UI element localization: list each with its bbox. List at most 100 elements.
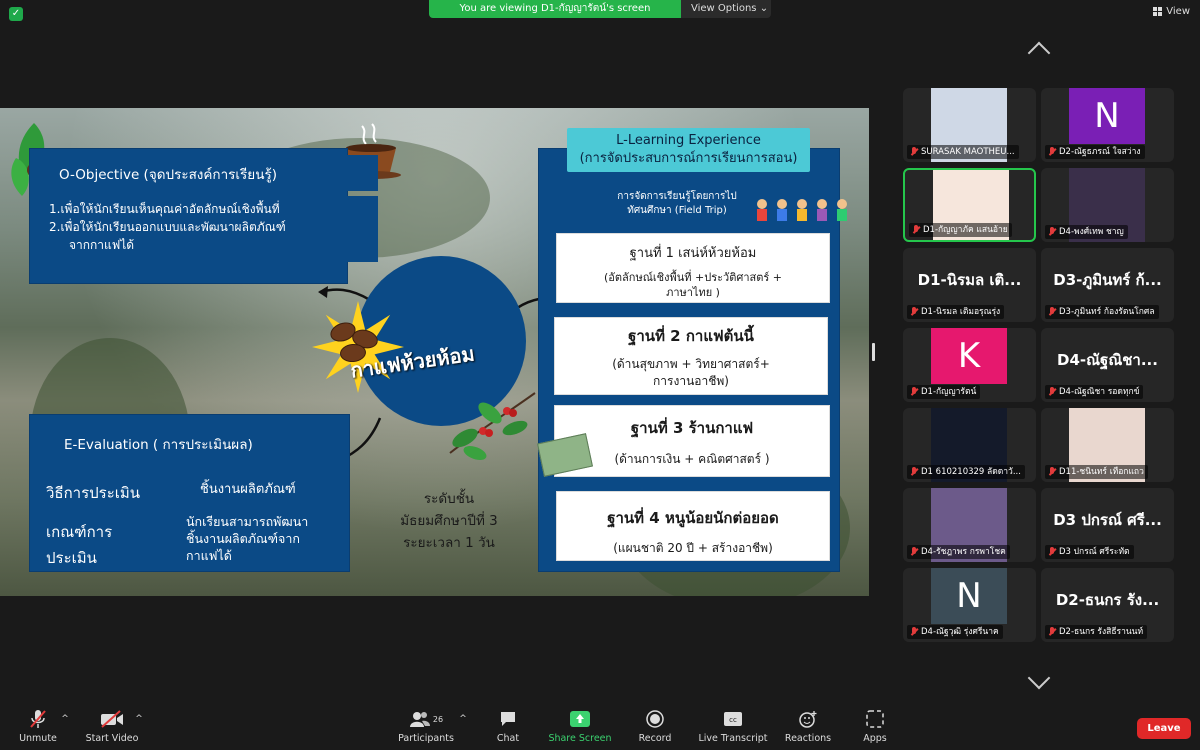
closed-caption-icon: cc (694, 709, 772, 729)
audio-options-caret[interactable]: ^ (60, 709, 70, 733)
unmute-label: Unmute (19, 733, 57, 744)
participant-tile[interactable]: D11-ชนินทร์ เทือกแถว (1041, 408, 1174, 482)
participant-tile[interactable]: D4-รัชฎาพร กรพาโชค (903, 488, 1036, 562)
participants-count: 26 (432, 714, 444, 724)
unmute-button[interactable]: Unmute (18, 709, 58, 744)
criteria-value-line: ชิ้นงานผลิตภัณฑ์จาก (186, 531, 300, 546)
participant-display-name: D2-ธนกร รัง... (1055, 591, 1160, 609)
screen-share-banner: You are viewing D1-กัญญารัตน์'s screen V… (429, 0, 771, 18)
station-title: ฐานที่ 4 หนูน้อยนักต่อยอด (607, 509, 779, 527)
coffee-branch-icon (449, 392, 536, 460)
participant-tile[interactable]: D2-ธนกร รัง... D2-ธนกร รังสิธีรานนท์ (1041, 568, 1174, 642)
reactions-button[interactable]: Reactions (782, 709, 834, 744)
participant-display-name: D1-นิรมล เติ... (917, 271, 1022, 289)
chat-button[interactable]: Chat (492, 709, 524, 744)
station-card-1: ฐานที่ 1 เสน่ห์ห้วยห้อม (อัตลักษณ์เชิงพื… (556, 233, 830, 303)
share-screen-button[interactable]: Share Screen (546, 709, 614, 744)
objective-content: 1.เพื่อให้นักเรียนเห็นคุณค่าอัตลักษณ์เชิ… (39, 196, 378, 262)
evaluation-method-value: ชิ้นงานผลิตภัณฑ์ (200, 482, 296, 497)
objective-line: 1.เพื่อให้นักเรียนเห็นคุณค่าอัตลักษณ์เชิ… (49, 202, 280, 216)
criteria-label-line: เกณฑ์การ (46, 523, 113, 541)
participant-tile[interactable]: D3-ภูมินทร์ ก้... D3-ภูมินทร์ ก้องรัตนโกศ… (1041, 248, 1174, 322)
participant-tile[interactable]: SURASAK MAOTHEU... (903, 88, 1036, 162)
evaluation-method-label: วิธีการประเมิน (46, 484, 141, 502)
splitter-handle[interactable] (872, 343, 875, 361)
intro-line: การจัดการเรียนรู้โดยการไป (617, 191, 737, 202)
objective-title: O-Objective (จุดประสงค์การเรียนรู้) (59, 167, 277, 183)
share-screen-label: Share Screen (548, 733, 612, 744)
learning-experience-header: L-Learning Experience (การจัดประสบการณ์ก… (567, 128, 810, 172)
participant-name-label: D1-นิรมล เติมอรุณรุ่ง (907, 305, 1005, 319)
level-line: มัธยมศึกษาปีที่ 3 (400, 513, 498, 529)
mic-muted-icon (1049, 147, 1055, 157)
participants-icon: 26 (396, 709, 456, 729)
view-options-button[interactable]: View Options ⌄ (681, 0, 771, 18)
station-sub-line: ภาษาไทย ) (666, 286, 720, 299)
gallery-scroll-down-icon[interactable] (1027, 666, 1051, 690)
apps-icon (860, 709, 890, 729)
meeting-toolbar: Unmute ^ Start Video ^ 26 Participants ^… (0, 705, 1200, 750)
participant-name-label: D4-ณัฐณิชา รอดทุกข์ (1045, 385, 1144, 399)
encryption-shield-icon[interactable]: ✓ (9, 7, 23, 21)
station-sub-line: การงานอาชีพ) (653, 374, 729, 388)
apps-button[interactable]: Apps (860, 709, 890, 744)
mic-muted-icon (911, 627, 917, 637)
participants-button[interactable]: 26 Participants (396, 709, 456, 744)
record-button[interactable]: Record (634, 709, 676, 744)
criteria-label-line: ประเมิน (46, 549, 97, 567)
participant-name-label: D4-ณัฐวุฒิ รุ่งศรีนาค (907, 625, 1003, 639)
start-video-button[interactable]: Start Video (84, 709, 140, 744)
participants-options-caret[interactable]: ^ (458, 709, 468, 733)
participant-avatar-letter: N (931, 568, 1007, 624)
mic-muted-icon (911, 467, 917, 477)
video-off-icon (84, 709, 140, 729)
chat-icon (492, 709, 524, 729)
participant-tile[interactable]: N D2-ณัฐธภรณ์ ใจสว่าง (1041, 88, 1174, 162)
video-options-caret[interactable]: ^ (134, 709, 144, 733)
participant-tile[interactable]: D4-ณัฐณิชา... D4-ณัฐณิชา รอดทุกข์ (1041, 328, 1174, 402)
mic-muted-icon (1049, 467, 1055, 477)
station-card-2: ฐานที่ 2 กาแฟต้นนี้ (ด้านสุขภาพ + วิทยาศ… (554, 317, 828, 395)
mic-muted-icon (911, 547, 917, 557)
participant-name-label: D1-กัญญาภัค แสนอ้าย (909, 223, 1012, 237)
station-title: ฐานที่ 3 ร้านกาแฟ (630, 419, 754, 437)
participant-avatar-letter: N (1069, 88, 1145, 144)
chevron-down-icon: ⌄ (759, 3, 769, 14)
mic-muted-icon (911, 307, 917, 317)
participant-name-label: D1-กัญญารัตน์ (907, 385, 981, 399)
mic-muted-icon (18, 709, 58, 729)
leave-button[interactable]: Leave (1137, 718, 1191, 739)
mic-muted-icon (1049, 227, 1055, 237)
participant-name-label: D2-ณัฐธภรณ์ ใจสว่าง (1045, 145, 1145, 159)
live-transcript-button[interactable]: cc Live Transcript (694, 709, 772, 744)
learning-title-line: L-Learning Experience (616, 133, 761, 148)
station-subtitle: (ด้านการเงิน + คณิตศาสตร์ ) (614, 452, 770, 466)
station-subtitle: (แผนชาติ 20 ปี + สร้างอาชีพ) (613, 541, 773, 555)
participant-tile[interactable]: K D1-กัญญารัตน์ (903, 328, 1036, 402)
gallery-scroll-up-icon[interactable] (1027, 41, 1051, 65)
viewing-screen-label: You are viewing D1-กัญญารัตน์'s screen (429, 0, 681, 18)
shared-screen[interactable]: O-Objective (จุดประสงค์การเรียนรู้) 1.เพ… (0, 108, 869, 596)
participant-tile[interactable]: N D4-ณัฐวุฒิ รุ่งศรีนาค (903, 568, 1036, 642)
participant-tile[interactable]: D1-นิรมล เติ... D1-นิรมล เติมอรุณรุ่ง (903, 248, 1036, 322)
mic-muted-icon (1049, 307, 1055, 317)
level-line: ระดับชั้น (423, 491, 475, 507)
mic-muted-icon (1049, 627, 1055, 637)
start-video-label: Start Video (85, 733, 139, 744)
view-button[interactable]: View (1153, 6, 1190, 17)
station-subtitle: (อัตลักษณ์เชิงพื้นที่ +ประวัติศาสตร์ + ภ… (557, 270, 829, 300)
station-title: ฐานที่ 2 กาแฟต้นนี้ (628, 327, 754, 345)
participant-tile[interactable]: D1-กัญญาภัค แสนอ้าย (903, 168, 1036, 242)
caret-up-icon: ^ (61, 714, 69, 724)
participant-tile[interactable]: D4-พงศ์เทพ ชาญ (1041, 168, 1174, 242)
caret-up-icon: ^ (135, 714, 143, 724)
station-sub-line: (ด้านสุขภาพ + วิทยาศาสตร์+ (612, 357, 770, 371)
participant-tile[interactable]: D1 610210329 ลัดดาวั... (903, 408, 1036, 482)
field-trip-intro: การจัดการเรียนรู้โดยการไป ทัศนศึกษา (Fie… (587, 190, 767, 218)
participant-tile[interactable]: D3 ปกรณ์ ศรี... D3 ปกรณ์ ศรีระทัต (1041, 488, 1174, 562)
station-card-4: ฐานที่ 4 หนูน้อยนักต่อยอด (แผนชาติ 20 ปี… (556, 491, 830, 561)
station-subtitle: (ด้านสุขภาพ + วิทยาศาสตร์+ การงานอาชีพ) (555, 356, 827, 390)
mic-muted-icon (1049, 547, 1055, 557)
station-sub-line: (อัตลักษณ์เชิงพื้นที่ +ประวัติศาสตร์ + (604, 271, 782, 284)
kids-illustration-icon (757, 199, 847, 221)
